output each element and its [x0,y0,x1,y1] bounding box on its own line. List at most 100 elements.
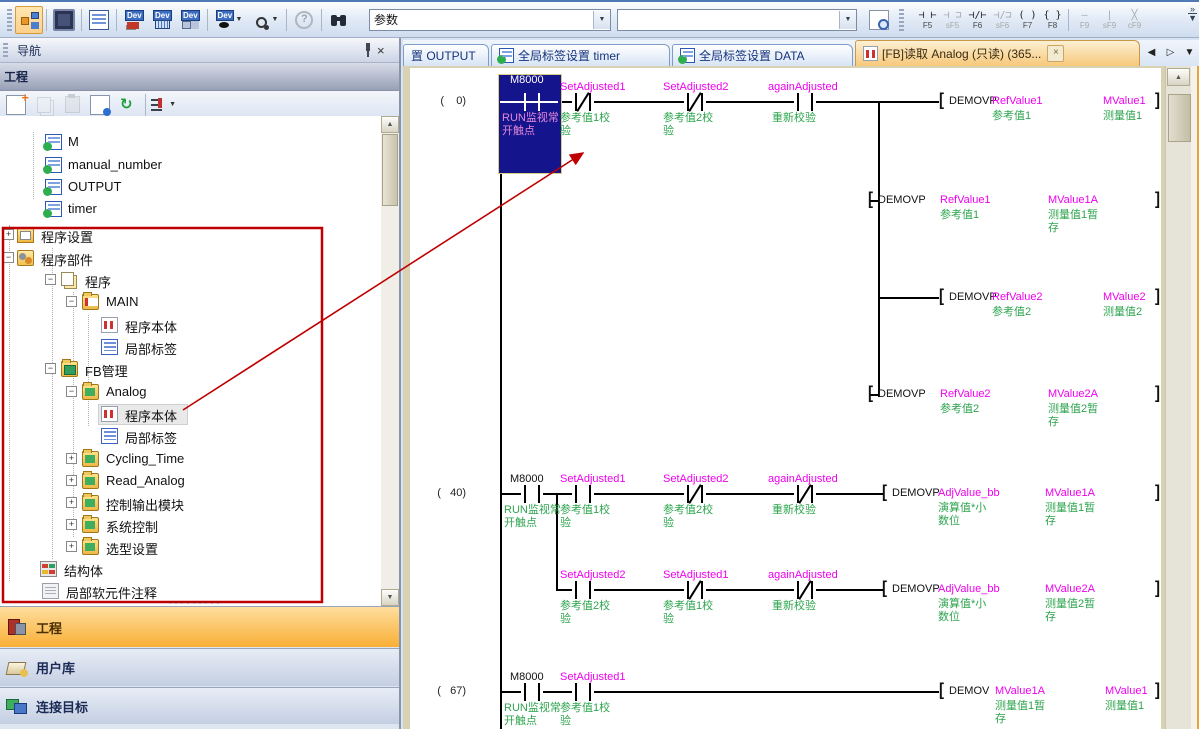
tree-item-局部标签[interactable]: 局部标签 [0,426,399,446]
no-contact-M8000[interactable] [521,683,543,701]
collapse-icon[interactable]: − [45,274,56,285]
copy-button[interactable] [30,91,58,119]
tree-item-MAIN[interactable]: −MAIN [0,292,399,312]
ladder-tool-F7[interactable]: ( )F7 [1015,5,1040,35]
instruction-name[interactable]: DEMOVP [949,95,997,107]
tree-item-系统控制[interactable]: +系统控制 [0,515,399,535]
chevron-down-icon[interactable]: ▼ [839,11,856,29]
nc-contact-SetAdjusted1[interactable] [572,93,594,111]
tree-item-选型设置[interactable]: +选型设置 [0,537,399,557]
program-list-button[interactable] [85,6,113,34]
ladder-vscrollbar[interactable]: ▲ [1165,66,1192,729]
help-button[interactable] [290,6,318,34]
close-icon[interactable]: × [377,43,399,58]
device-batch-button[interactable] [176,6,204,34]
ladder-tool-cF9[interactable]: ╳cF9 [1122,5,1147,35]
tree-item-manual_number[interactable]: manual_number [0,155,399,175]
collapse-icon[interactable]: − [66,386,77,397]
tree-item-Cycling_Time[interactable]: +Cycling_Time [0,449,399,469]
module-config-button[interactable] [50,6,78,34]
nc-contact-againAdjusted[interactable] [794,581,816,599]
expand-icon[interactable]: + [66,475,77,486]
instruction-name[interactable]: DEMOVP [892,583,940,595]
nc-contact-SetAdjusted2[interactable] [684,93,706,111]
splitter-handle[interactable]: ········· [168,595,222,609]
collapse-icon[interactable]: − [66,296,77,307]
tree-item-M[interactable]: M [0,132,399,152]
secondary-combobox[interactable]: ▼ [617,9,857,31]
ladder-scrollbar-thumb[interactable] [1168,94,1191,142]
project-view-button[interactable] [15,6,43,34]
tree-item-控制输出模块[interactable]: +控制输出模块 [0,493,399,513]
instruction-name[interactable]: DEMOVP [878,194,926,206]
expand-icon[interactable]: + [66,519,77,530]
tree-item-局部标签[interactable]: 局部标签 [0,337,399,357]
instruction-name[interactable]: DEMOVP [892,487,940,499]
device-find-button[interactable]: ▼ [247,6,283,34]
toolbar-grip[interactable] [7,9,12,31]
no-contact-SetAdjusted1[interactable] [572,485,594,503]
ladder-tool-F5[interactable]: ⊣ ⊢F5 [915,5,940,35]
tree-item-结构体[interactable]: 结构体 [0,559,399,579]
tab-scroll-right-icon[interactable]: ▷ [1162,44,1179,61]
instruction-name[interactable]: DEMOV [949,685,989,697]
ladder-tool-F9[interactable]: —F9 [1072,5,1097,35]
tab-scroll-list-icon[interactable]: ▼ [1181,44,1198,61]
project-tree[interactable]: Mmanual_numberOUTPUTtimer +程序设置 −程序部件−程序−M… [0,116,399,606]
expand-icon[interactable]: + [66,541,77,552]
device-write-button[interactable] [120,6,148,34]
tree-item-FB管理[interactable]: −FB管理 [0,359,399,379]
tree-item-程序部件[interactable]: −程序部件 [0,248,399,268]
tab-3[interactable]: [FB]读取 Analog (只读) (365...× [855,40,1140,66]
nc-contact-SetAdjusted1[interactable] [684,581,706,599]
tree-scrollbar-thumb[interactable] [382,134,398,206]
instruction-name[interactable]: DEMOVP [878,388,926,400]
chevron-down-icon[interactable]: ▼ [593,11,610,29]
scroll-down-icon[interactable]: ▼ [381,589,399,606]
data-info-button[interactable] [86,91,114,119]
tree-item-Analog[interactable]: −Analog [0,382,399,402]
panel-grip[interactable] [3,43,8,57]
refresh-button[interactable] [114,91,142,119]
collapse-icon[interactable]: − [45,363,56,374]
paste-button[interactable] [58,91,86,119]
ladder-tool-F6[interactable]: ⊣/⊢F6 [965,5,990,35]
tree-item-程序[interactable]: −程序 [0,270,399,290]
device-monitor-button[interactable] [148,6,176,34]
no-contact-M8000[interactable] [521,485,543,503]
find-button[interactable] [325,6,353,34]
ladder-tool-sF6[interactable]: ⊣/⊐sF6 [990,5,1015,35]
display-format-button[interactable] [865,6,893,34]
tree-item-程序本体[interactable]: 程序本体 [0,404,399,424]
ladder-tool-sF9[interactable]: |sF9 [1097,5,1122,35]
tree-item-程序设置[interactable]: +程序设置 [0,225,399,245]
no-contact-SetAdjusted2[interactable] [572,581,594,599]
no-contact-M8000[interactable] [521,93,543,111]
tab-scroll-left-icon[interactable]: ◀ [1143,44,1160,61]
ladder-canvas[interactable]: ( 0)( 40)( 67)M8000RUN监视常 开触点SetAdjusted… [410,68,1161,729]
expand-icon[interactable]: + [66,497,77,508]
tree-item-timer[interactable]: timer [0,199,399,219]
new-data-button[interactable] [2,91,30,119]
nc-contact-SetAdjusted2[interactable] [684,485,706,503]
no-contact-SetAdjusted1[interactable] [572,683,594,701]
nav-button-连接目标[interactable]: 连接目标 [0,687,399,724]
tab-1[interactable]: 全局标签设置 timer [491,44,670,66]
tab-0[interactable]: 置 OUTPUT [403,44,489,66]
nc-contact-againAdjusted[interactable] [794,485,816,503]
scroll-up-icon[interactable]: ▲ [1167,68,1190,86]
tree-item-Read_Analog[interactable]: +Read_Analog [0,471,399,491]
tree-item-OUTPUT[interactable]: OUTPUT [0,177,399,197]
parameter-combobox[interactable]: 参数 ▼ [369,9,611,31]
nav-button-用户库[interactable]: 用户库 [0,648,399,686]
scroll-up-icon[interactable]: ▲ [381,116,399,133]
expand-icon[interactable]: + [3,229,14,240]
toolbar-grip[interactable] [899,9,904,31]
ladder-tool-F8[interactable]: { }F8 [1040,5,1065,35]
nav-button-工程[interactable]: 工程 [0,606,399,647]
toolbar-overflow-button[interactable]: » ▼ [1188,5,1197,22]
tree-scrollbar[interactable]: ▲ ▼ [381,116,399,606]
tab-close-icon[interactable]: × [1047,45,1064,62]
no-contact-againAdjusted[interactable] [794,93,816,111]
tab-2[interactable]: 全局标签设置 DATA [672,44,853,66]
